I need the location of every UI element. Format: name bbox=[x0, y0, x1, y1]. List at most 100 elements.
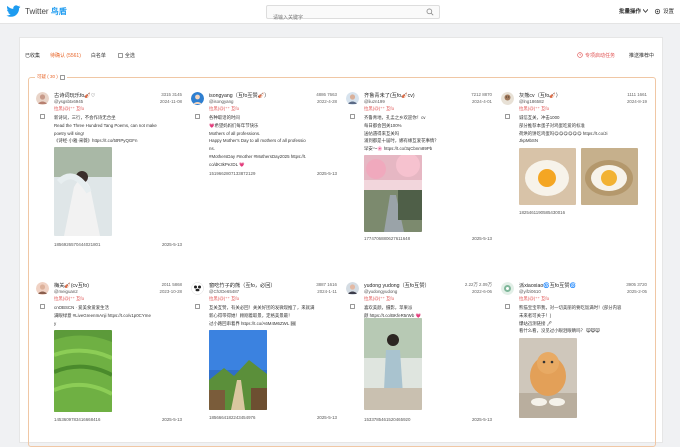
post-image[interactable] bbox=[364, 318, 422, 410]
card-tags[interactable]: 拉黑(@)⁺⁺ 互fo bbox=[519, 296, 549, 302]
account-name[interactable]: 派xiaoxiao🌀互fo互赞🌀 bbox=[519, 282, 576, 289]
card-tags[interactable]: 拉黑(@)⁺⁺ 互fo bbox=[54, 296, 84, 302]
account-name[interactable]: 窗吃竹子的熊（互fo，必回） bbox=[209, 282, 276, 289]
avatar[interactable] bbox=[36, 282, 49, 295]
avatar[interactable] bbox=[501, 92, 514, 105]
card-checkbox[interactable] bbox=[195, 304, 200, 309]
post-image[interactable] bbox=[54, 330, 112, 412]
account-handle: @ChzDe65487 bbox=[209, 289, 240, 294]
post-id: 1856664182243454976 bbox=[209, 415, 256, 420]
account-card: 灰熊cv（互fo🎻） @lng186582 1111 1661 2024-8-1… bbox=[501, 92, 651, 267]
account-handle: @ysgsbtx6945 bbox=[54, 99, 84, 104]
tab-whitelist[interactable]: 白名单 bbox=[91, 52, 106, 59]
post-image[interactable] bbox=[519, 148, 576, 205]
tab-collected[interactable]: 已收集 bbox=[25, 52, 40, 59]
app-logo[interactable]: Twitter 鸟盾 bbox=[6, 5, 67, 18]
select-all-checkbox[interactable] bbox=[117, 52, 123, 58]
twitter-bird-icon bbox=[6, 5, 21, 17]
search-icon[interactable] bbox=[426, 8, 434, 16]
post-body: 熊猫宝宝带我，对一切美丽的要吃饭满时！(部分内容 未来者可关于！) 爆站迅测链接… bbox=[519, 304, 647, 335]
avatar[interactable] bbox=[346, 282, 359, 295]
card-checkbox[interactable] bbox=[350, 304, 355, 309]
follow-stats: 2.22万 2.09万 bbox=[464, 282, 492, 287]
post-date: 2025-5-13 bbox=[161, 417, 182, 422]
avatar[interactable] bbox=[191, 282, 204, 295]
post-line: 熊猫宝宝带我，对一切美丽的要吃饭满时！(部分内容 bbox=[519, 305, 622, 310]
post-line: 未来者可关于！) bbox=[519, 312, 552, 318]
card-tags[interactable]: 拉黑(@)⁺⁺ 互fo bbox=[519, 106, 549, 112]
post-line: 齐鲁青地，孔孟之乡欢迎你！cv bbox=[364, 115, 426, 120]
avatar[interactable] bbox=[36, 92, 49, 105]
avatar[interactable] bbox=[501, 282, 514, 295]
post-body: 各种取话的时间 💗希望妈妈们每年节快乐 Mothers of all profe… bbox=[209, 114, 337, 169]
account-card: 窗吃竹子的熊（互fo，必回） @ChzDe65487 3887 1616 202… bbox=[191, 282, 341, 442]
card-tags[interactable]: 拉黑(@)⁺⁺ 互fo bbox=[364, 296, 394, 302]
follow-stats: 4886 7663 bbox=[316, 92, 337, 97]
avatar[interactable] bbox=[191, 92, 204, 105]
join-date: 2022-4-28 bbox=[316, 99, 337, 104]
post-body: cnOBSCN · 爱美食爱爱生活 满眼绿意 #LiveGreenInAnji … bbox=[54, 304, 182, 327]
post-line: #MothersDay #mother #MothersDay2025 http… bbox=[209, 153, 307, 159]
task-label: 专项启动任务 bbox=[584, 52, 615, 59]
follow-stats: 1111 1661 bbox=[627, 92, 647, 97]
account-handle: @yifzi0610 bbox=[519, 289, 541, 294]
tab-pending[interactable]: 待确认 (5561) bbox=[50, 52, 81, 59]
account-name[interactable]: 齐鲁青未了(互fo🎻cv) bbox=[364, 92, 415, 99]
select-all[interactable]: 全选 bbox=[117, 52, 135, 59]
settings-button[interactable]: 设置 bbox=[654, 7, 674, 15]
recommend-button[interactable]: 推送推荐中 bbox=[629, 52, 654, 59]
join-date: 2024-11-08 bbox=[159, 99, 182, 104]
join-date: 2024-4-01 bbox=[471, 99, 492, 104]
post-id: 1856926570444021801 bbox=[54, 242, 101, 247]
search-box[interactable] bbox=[266, 5, 440, 24]
card-tags[interactable]: 拉黑(@)⁺⁺ 互fo bbox=[54, 106, 84, 112]
post-image[interactable] bbox=[364, 155, 422, 232]
card-checkbox[interactable] bbox=[350, 114, 355, 119]
account-name[interactable]: 古诗词玩乐fo🎻♡ bbox=[54, 92, 95, 99]
post-line: 各种取话的时间 bbox=[209, 115, 240, 120]
group-checkbox[interactable] bbox=[59, 74, 65, 80]
post-line: poetry will sing! bbox=[54, 130, 85, 136]
post-line: co/dK3kPezDL 💗 bbox=[209, 161, 245, 167]
task-button[interactable]: 专项启动任务 bbox=[577, 52, 615, 59]
post-date: 2025-5-13 bbox=[316, 171, 337, 176]
account-name[interactable]: 灰熊cv（互fo🎻） bbox=[519, 92, 561, 99]
card-checkbox[interactable] bbox=[195, 114, 200, 119]
post-line: 喜欢美颜，摄影，苹果派 bbox=[364, 305, 413, 310]
app-name-cn: 鸟盾 bbox=[50, 7, 67, 16]
post-image[interactable] bbox=[209, 330, 267, 410]
follow-stats: 2011 5868 bbox=[161, 282, 182, 287]
group-label[interactable]: 可疑 ( 30 ) bbox=[35, 74, 67, 80]
search-input[interactable] bbox=[267, 12, 417, 24]
account-name[interactable]: 梅关🎻(cv互fo) bbox=[54, 282, 89, 289]
card-checkbox[interactable] bbox=[40, 304, 45, 309]
post-line: 诚信互关，冲击1000 bbox=[519, 115, 560, 120]
account-card: 齐鲁青未了(互fo🎻cv) @liuzn199 7212 8870 2024-4… bbox=[346, 92, 496, 267]
post-body: 诚信互关，冲击1000 部分推荐本蛋子对鸡蛋吃爱的标准 荷烘的饼吃鸡蛋吗😋😋😋😋… bbox=[519, 114, 647, 145]
card-tags[interactable]: 拉黑(@)⁺⁺ 互fo bbox=[209, 296, 239, 302]
batch-ops-menu[interactable]: 批量操作 bbox=[619, 7, 648, 15]
account-handle: @yudongyudong bbox=[364, 289, 398, 294]
follow-stats: 3905 3720 bbox=[626, 282, 647, 287]
post-image[interactable] bbox=[54, 147, 112, 236]
account-card: yudong yudong（互fo互赞） @yudongyudong 2.22万… bbox=[346, 282, 496, 442]
post-body: 互关互赞，有关必回！关关好团的发微现推了，来就满 新心得带得她！顾刚着取景，定格… bbox=[209, 304, 337, 327]
card-checkbox[interactable] bbox=[505, 304, 510, 309]
account-name[interactable]: yudong yudong（互fo互赞） bbox=[364, 282, 430, 289]
post-line: ns. bbox=[209, 146, 215, 152]
join-date: 2023-10-28 bbox=[159, 289, 182, 294]
post-line: 看什么看，没见过小眼泪眼睛吗？ 😸😸😸 bbox=[519, 328, 600, 334]
card-tags[interactable]: 拉黑(@)⁺⁺ 互fo bbox=[364, 106, 394, 112]
post-id: 1533785461520465920 bbox=[364, 417, 411, 422]
card-checkbox[interactable] bbox=[40, 114, 45, 119]
card-checkbox[interactable] bbox=[505, 114, 510, 119]
post-image[interactable] bbox=[519, 338, 577, 418]
post-line: 💗希望妈妈们每年节快乐 bbox=[209, 122, 259, 128]
avatar[interactable] bbox=[346, 92, 359, 105]
post-image[interactable] bbox=[581, 148, 638, 205]
account-name[interactable]: isongyang（互fo互赞🎻） bbox=[209, 92, 269, 99]
post-line: 满眼绿意 #LiveGreenInAnji https://t.co/v1p0C… bbox=[54, 312, 151, 318]
post-id: 1825461190585430016 bbox=[519, 210, 566, 215]
card-tags[interactable]: 拉黑(@)⁺⁺ 互fo bbox=[209, 106, 239, 112]
account-card: isongyang（互fo互赞🎻） @isongyang 4886 7663 2… bbox=[191, 92, 341, 267]
